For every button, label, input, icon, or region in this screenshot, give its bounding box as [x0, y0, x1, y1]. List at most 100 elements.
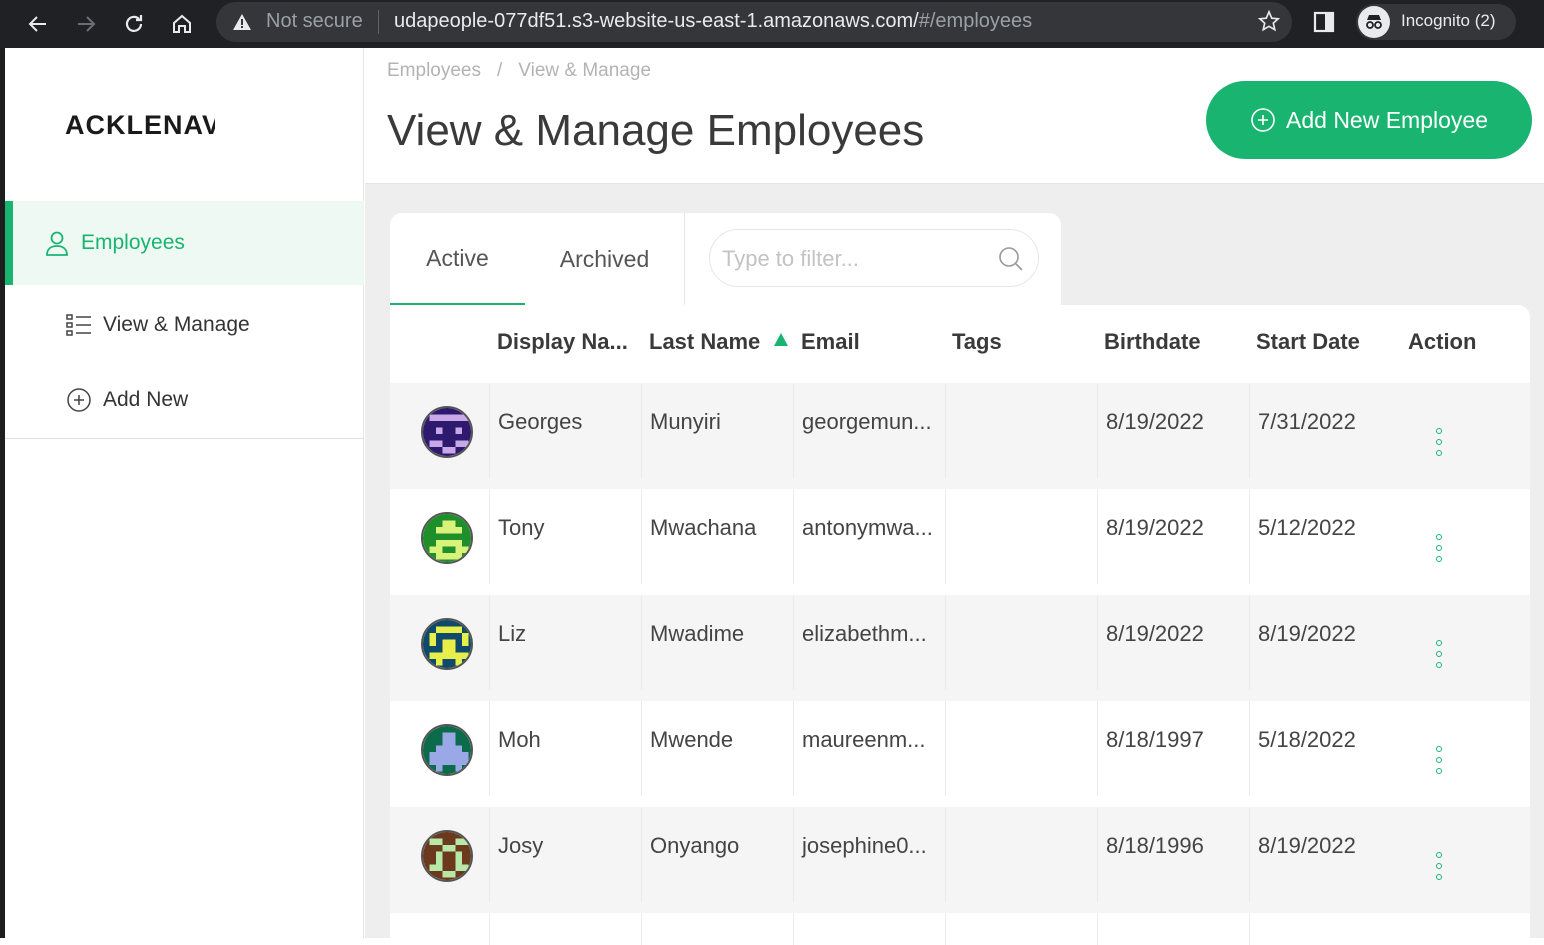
- cell-text: 5/12/2022: [1258, 515, 1356, 540]
- sidebar-item-add-new[interactable]: Add New: [5, 358, 364, 442]
- cell-text: josephine0...: [802, 833, 927, 858]
- cell-email: georgemun...: [793, 383, 945, 478]
- cell-tags: [945, 701, 1097, 796]
- cell-start-date: 7/31/2022: [1249, 383, 1401, 478]
- cell-text: Mwachana: [650, 515, 757, 540]
- cell-display-name: [489, 913, 641, 945]
- sidebar-item-view-manage[interactable]: View & Manage: [5, 283, 364, 367]
- table-row[interactable]: Liz Mwadime elizabethm... 8/19/2022 8/19…: [390, 595, 1530, 701]
- filter-input[interactable]: [722, 242, 982, 276]
- incognito-badge[interactable]: Incognito (2): [1356, 4, 1516, 40]
- address-bar[interactable]: Not secure udapeople-077df51.s3-website-…: [216, 2, 1292, 42]
- col-start-date[interactable]: Start Date: [1256, 329, 1360, 355]
- browser-toolbar: Not secure udapeople-077df51.s3-website-…: [0, 0, 1544, 48]
- cell-email: maureenm...: [793, 701, 945, 796]
- breadcrumb-employees[interactable]: Employees: [387, 60, 481, 81]
- cell-text: 5/18/2022: [1258, 727, 1356, 752]
- cell-text: Liz: [498, 621, 527, 646]
- home-icon[interactable]: [164, 6, 200, 42]
- breadcrumb-view-manage[interactable]: View & Manage: [518, 60, 651, 81]
- cell-text: 8/19/2022: [1106, 621, 1204, 646]
- cell-text: 8/19/2022: [1258, 833, 1356, 858]
- col-birthdate[interactable]: Birthdate: [1104, 329, 1201, 355]
- cell-tags: [945, 489, 1097, 584]
- cell-text: antonymwa...: [802, 515, 933, 540]
- tab-archived[interactable]: Archived: [525, 213, 684, 305]
- table-row[interactable]: Tony Mwachana antonymwa... 8/19/2022 5/1…: [390, 489, 1530, 595]
- warning-icon[interactable]: [232, 12, 252, 37]
- cell-text: Onyango: [650, 833, 740, 858]
- cell-text: 8/18/1996: [1106, 833, 1204, 858]
- cell-text: maureenm...: [802, 727, 926, 752]
- cell-start-date: [1249, 913, 1401, 945]
- url-text[interactable]: udapeople-077df51.s3-website-us-east-1.a…: [394, 10, 1032, 33]
- add-new-employee-button[interactable]: Add New Employee: [1206, 81, 1532, 159]
- sidebar-item-label: Add New: [103, 388, 189, 411]
- incognito-icon: [1358, 6, 1390, 38]
- more-actions-icon[interactable]: [1435, 746, 1443, 774]
- col-email[interactable]: Email: [801, 329, 860, 355]
- col-last-name[interactable]: Last Name: [649, 329, 789, 355]
- cell-last-name: Mwachana: [641, 489, 793, 584]
- cell-text: Munyiri: [650, 409, 721, 434]
- col-display-name[interactable]: Display Na...: [497, 329, 628, 355]
- side-panel-icon[interactable]: [1312, 10, 1336, 39]
- sidebar: ACKLENAVENUE Employees View & Manage Add…: [5, 48, 364, 938]
- cell-start-date: 8/19/2022: [1249, 595, 1401, 690]
- bookmark-star-icon[interactable]: [1257, 9, 1281, 37]
- cell-email: josephine0...: [793, 807, 945, 902]
- cell-birthdate: 8/19/2022: [1097, 489, 1249, 584]
- cell-last-name: Munyiri: [641, 383, 793, 478]
- cell-start-date: 8/19/2022: [1249, 807, 1401, 902]
- cell-text: georgemun...: [802, 409, 932, 434]
- cell-tags: [945, 595, 1097, 690]
- cell-last-name: Mwende: [641, 701, 793, 796]
- forward-icon[interactable]: [68, 6, 104, 42]
- more-actions-icon[interactable]: [1435, 640, 1443, 668]
- cell-text: 8/19/2022: [1106, 515, 1204, 540]
- employees-table: Display Na... Last Name Email Tags Birth…: [390, 305, 1530, 945]
- avatar: [421, 724, 473, 776]
- cell-email: antonymwa...: [793, 489, 945, 584]
- cell-text: 7/31/2022: [1258, 409, 1356, 434]
- cell-display-name: Georges: [489, 383, 641, 478]
- col-tags[interactable]: Tags: [952, 329, 1002, 355]
- sidebar-item-employees[interactable]: Employees: [5, 201, 364, 285]
- table-row[interactable]: Moh Mwende maureenm... 8/18/1997 5/18/20…: [390, 701, 1530, 807]
- more-actions-icon[interactable]: [1435, 534, 1443, 562]
- table-row[interactable]: Georges Munyiri georgemun... 8/19/2022 7…: [390, 383, 1530, 489]
- filter-box: [709, 229, 1039, 287]
- plus-circle-icon: [1250, 107, 1276, 133]
- cell-birthdate: [1097, 913, 1249, 945]
- more-actions-icon[interactable]: [1435, 852, 1443, 880]
- logo: ACKLENAVENUE: [65, 110, 215, 140]
- cell-birthdate: 8/19/2022: [1097, 595, 1249, 690]
- tab-active[interactable]: Active: [390, 213, 525, 305]
- more-actions-icon[interactable]: [1435, 428, 1443, 456]
- cell-text: Moh: [498, 727, 541, 752]
- sidebar-item-label: View & Manage: [103, 313, 250, 336]
- user-icon: [43, 229, 71, 257]
- breadcrumb-separator: /: [497, 60, 503, 81]
- tabs-divider: [684, 213, 685, 305]
- cell-text: elizabethm...: [802, 621, 927, 646]
- cell-birthdate: 8/19/2022: [1097, 383, 1249, 478]
- cell-text: 8/18/1997: [1106, 727, 1204, 752]
- search-icon[interactable]: [998, 246, 1024, 277]
- cell-text: 8/19/2022: [1106, 409, 1204, 434]
- reload-icon[interactable]: [116, 6, 152, 42]
- back-icon[interactable]: [20, 6, 56, 42]
- cell-start-date: 5/18/2022: [1249, 701, 1401, 796]
- security-label[interactable]: Not secure: [266, 10, 363, 33]
- avatar: [421, 830, 473, 882]
- avatar: [421, 406, 473, 458]
- cell-text: Mwende: [650, 727, 734, 752]
- table-row[interactable]: Josy Onyango josephine0... 8/18/1996 8/1…: [390, 807, 1530, 913]
- avatar: [421, 512, 473, 564]
- page-title: View & Manage Employees: [387, 106, 925, 155]
- cell-text: Mwadime: [650, 621, 745, 646]
- url-path: #/employees: [918, 10, 1033, 32]
- sidebar-item-label: Employees: [81, 231, 185, 254]
- table-row[interactable]: [390, 913, 1530, 945]
- cell-last-name: Onyango: [641, 807, 793, 902]
